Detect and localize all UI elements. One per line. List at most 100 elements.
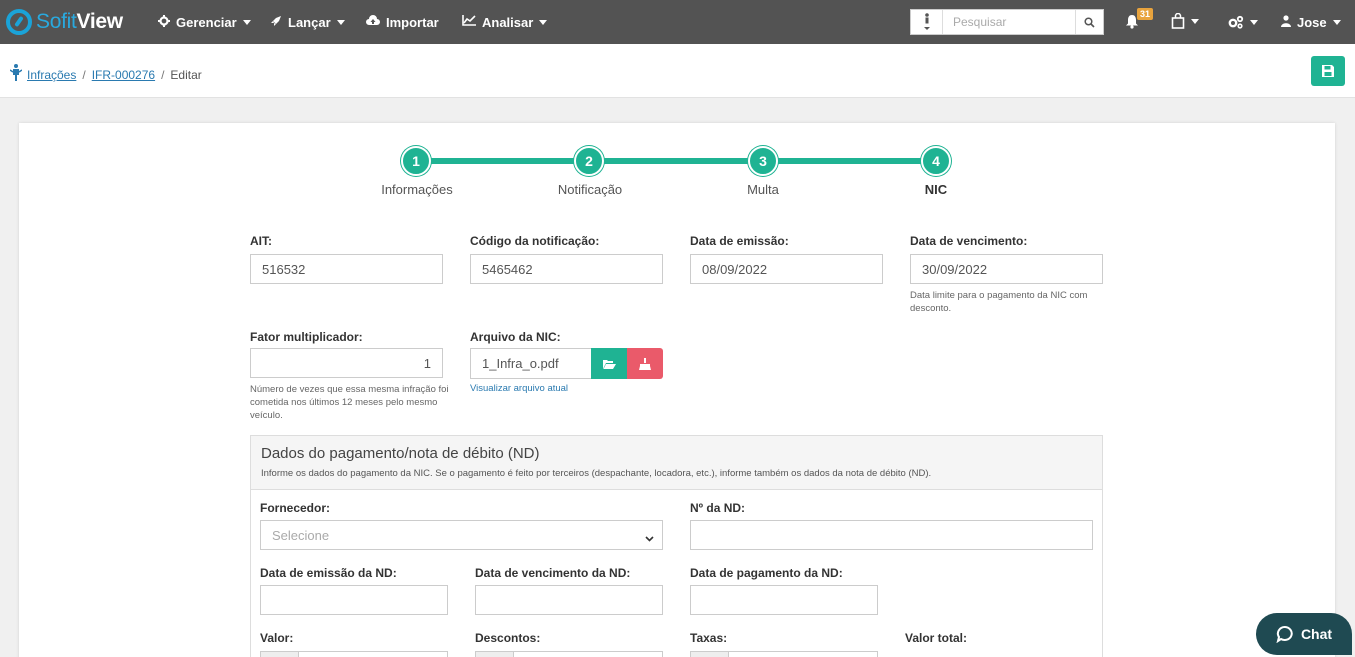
breadcrumb-separator: / (82, 67, 86, 82)
fornecedor-select[interactable]: Selecione (260, 520, 663, 550)
codigo-input[interactable] (470, 254, 663, 284)
nav-gerenciar-label: Gerenciar (176, 14, 237, 30)
save-button[interactable] (1311, 56, 1345, 86)
fator-label: Fator multiplicador: (250, 330, 363, 344)
caret-down-icon (1332, 19, 1341, 25)
search-button[interactable] (1075, 10, 1103, 34)
search-box (910, 9, 1104, 35)
step-3-circle[interactable]: 3 (748, 146, 778, 176)
descontos-addon (476, 652, 514, 657)
cart-menu[interactable] (1171, 13, 1199, 29)
caret-down-icon (539, 19, 548, 25)
logo[interactable]: SofitView (6, 8, 123, 36)
nav-importar-label: Importar (386, 14, 439, 30)
emissao-nd-input[interactable] (260, 585, 448, 615)
nav-importar[interactable]: Importar (366, 0, 439, 44)
chart-line-icon (462, 15, 476, 29)
vencimento-label: Data de vencimento: (910, 234, 1028, 248)
step-3-label[interactable]: Multa (693, 182, 833, 197)
breadcrumb-separator: / (161, 67, 165, 82)
user-menu[interactable]: Jose (1281, 0, 1341, 44)
folder-open-icon (602, 359, 616, 369)
user-name: Jose (1297, 14, 1327, 30)
step-1-circle[interactable]: 1 (401, 146, 431, 176)
step-1-label[interactable]: Informações (347, 182, 487, 197)
fornecedor-placeholder: Selecione (272, 527, 330, 543)
person-icon[interactable] (911, 10, 943, 34)
nav-gerenciar[interactable]: Gerenciar (158, 0, 251, 44)
valor-total-label: Valor total: (905, 631, 968, 645)
vencimento-help: Data limite para o pagamento da NIC com … (910, 290, 1088, 314)
vencimento-nd-label: Data de vencimento da ND: (475, 566, 631, 580)
breadcrumb: Infrações / IFR-000276 / Editar (9, 64, 202, 85)
open-file-button[interactable] (591, 348, 627, 379)
top-navbar: SofitView Gerenciar Lançar Importar Anal… (0, 0, 1355, 44)
payment-panel-subtitle: Informe os dados do pagamento da NIC. Se… (261, 468, 932, 479)
breadcrumb-current: Editar (170, 67, 202, 82)
broom-icon (639, 357, 651, 370)
search-input[interactable] (943, 11, 1075, 33)
speedometer-icon (6, 9, 32, 35)
notification-badge: 31 (1137, 8, 1154, 20)
ait-input[interactable] (250, 254, 443, 284)
arquivo-label: Arquivo da NIC: (470, 330, 561, 344)
clear-file-button[interactable] (627, 348, 663, 379)
caret-down-icon (1191, 18, 1199, 24)
pagamento-nd-input[interactable] (690, 585, 878, 615)
vencimento-nd-input[interactable] (475, 585, 663, 615)
caret-down-icon (336, 19, 345, 25)
emissao-label: Data de emissão: (690, 234, 789, 248)
taxas-addon (691, 652, 729, 657)
valor-label: Valor: (260, 631, 294, 645)
vencimento-input[interactable] (910, 254, 1103, 284)
ait-label: AIT: (250, 234, 272, 248)
gear-icon (158, 14, 170, 30)
step-2-circle[interactable]: 2 (574, 146, 604, 176)
codigo-label: Código da notificação: (470, 234, 600, 248)
settings-menu[interactable] (1228, 15, 1258, 29)
user-icon (1281, 14, 1291, 30)
chat-label: Chat (1300, 626, 1333, 642)
nd-input[interactable] (690, 520, 1093, 550)
nav-analisar[interactable]: Analisar (462, 0, 548, 44)
descontos-label: Descontos: (475, 631, 541, 645)
breadcrumb-infracoes[interactable]: Infrações (27, 68, 76, 82)
caret-down-icon (1250, 19, 1258, 25)
caret-down-icon (242, 19, 251, 25)
valor-input[interactable] (260, 651, 448, 657)
step-4-circle[interactable]: 4 (921, 146, 951, 176)
floppy-disk-icon (1322, 65, 1334, 77)
breadcrumb-bar: Infrações / IFR-000276 / Editar (0, 44, 1355, 98)
view-file-link[interactable]: Visualizar arquivo atual (470, 383, 568, 394)
taxas-input[interactable] (690, 651, 878, 657)
rocket-icon (270, 15, 282, 30)
bag-icon (1171, 13, 1185, 29)
cloud-upload-icon (366, 15, 380, 29)
step-4-label[interactable]: NIC (866, 182, 1006, 197)
nav-lancar[interactable]: Lançar (270, 0, 345, 44)
fornecedor-label: Fornecedor: (260, 501, 331, 515)
valor-addon (261, 652, 299, 657)
chevron-down-icon (645, 530, 654, 545)
pagamento-nd-label: Data de pagamento da ND: (690, 566, 843, 580)
emissao-input[interactable] (690, 254, 883, 284)
stepper-progress-line (416, 158, 936, 164)
step-2-label[interactable]: Notificação (520, 182, 660, 197)
payment-panel-title: Dados do pagamento/nota de débito (ND) (261, 445, 540, 462)
logo-text: SofitView (36, 10, 123, 33)
infraction-icon (9, 64, 23, 85)
emissao-nd-label: Data de emissão da ND: (260, 566, 397, 580)
cogs-icon (1228, 15, 1244, 29)
descontos-input[interactable] (475, 651, 663, 657)
nav-lancar-label: Lançar (288, 14, 331, 30)
search-icon (1084, 16, 1095, 28)
breadcrumb-record[interactable]: IFR-000276 (92, 68, 155, 82)
fator-help: Número de vezes que essa mesma infração … (250, 384, 449, 421)
chat-bubble-icon (1276, 625, 1293, 643)
chat-button[interactable]: Chat (1256, 613, 1352, 655)
fator-input[interactable] (250, 348, 443, 378)
taxas-label: Taxas: (690, 631, 728, 645)
nav-analisar-label: Analisar (482, 14, 534, 30)
nd-label: Nº da ND: (690, 501, 746, 515)
arquivo-input[interactable] (470, 348, 592, 379)
